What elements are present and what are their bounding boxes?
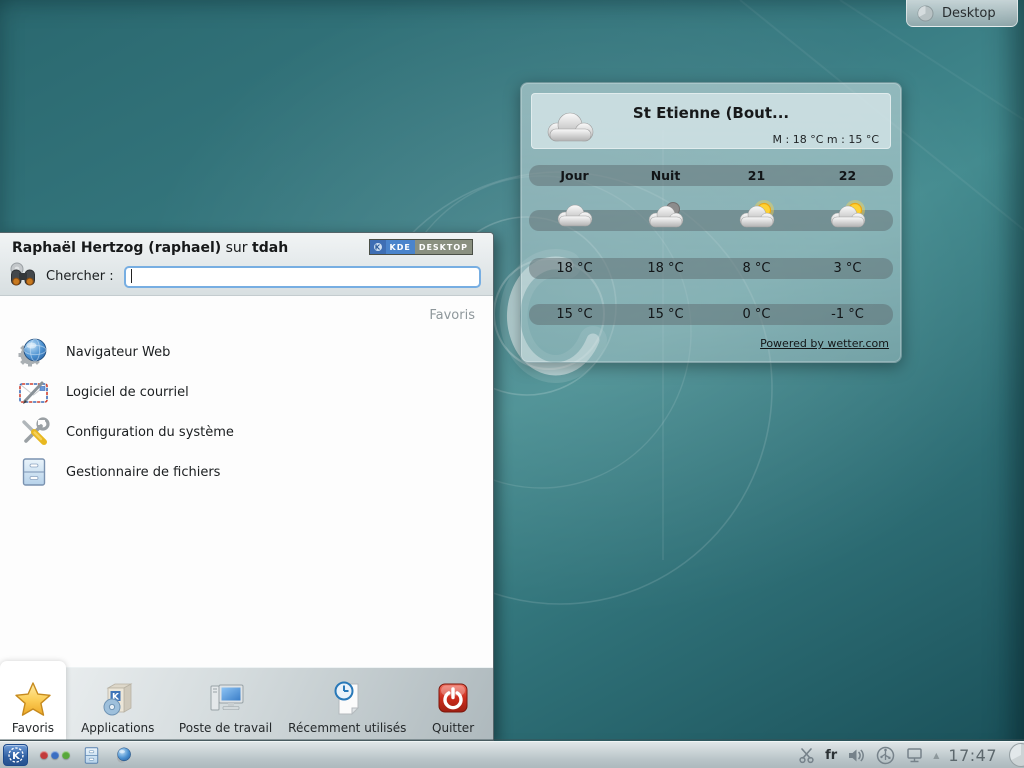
- kickoff-header: Raphaël Hertzog (raphael) sur tdah K KDE…: [0, 233, 493, 296]
- menu-item-label: Logiciel de courriel: [66, 385, 189, 400]
- system-settings-icon: [18, 416, 50, 448]
- tab-leave[interactable]: Quitter: [413, 668, 493, 740]
- favorites-list: Navigateur Web Logiciel de courriel: [0, 332, 493, 492]
- file-manager-icon: [82, 746, 101, 765]
- favorites-section-label: Favoris: [429, 308, 475, 323]
- file-manager-launcher[interactable]: [80, 744, 102, 766]
- network-monitor-icon[interactable]: [904, 745, 924, 765]
- search-input[interactable]: [124, 266, 481, 288]
- file-manager-icon: [18, 456, 50, 488]
- search-binoculars-icon: [8, 261, 38, 291]
- temp-value: 15 °C: [529, 304, 620, 325]
- green-dot: [62, 751, 70, 759]
- web-browser-launcher[interactable]: [112, 744, 134, 766]
- temp-value: 0 °C: [711, 304, 802, 325]
- system-tray: fr ▲: [796, 742, 1024, 768]
- menu-item-mail-client[interactable]: Logiciel de courriel: [0, 372, 493, 412]
- host-name: tdah: [252, 240, 288, 256]
- tab-favorites[interactable]: Favoris: [0, 661, 66, 740]
- sun-cloud-icon: [802, 195, 893, 235]
- weather-header: St Etienne (Bout... M : 18 °C m : 15 °C: [531, 93, 891, 149]
- pager-dots-icon[interactable]: [40, 751, 70, 759]
- tab-label: Quitter: [432, 721, 474, 735]
- recent-documents-icon: [327, 679, 367, 719]
- menu-item-label: Navigateur Web: [66, 345, 170, 360]
- clipboard-scissors-icon[interactable]: [796, 745, 816, 765]
- temp-value: 8 °C: [711, 258, 802, 279]
- col-header: 22: [802, 165, 893, 186]
- text-caret: [131, 269, 132, 283]
- kickoff-launcher-menu: Raphaël Hertzog (raphael) sur tdah K KDE…: [0, 232, 494, 741]
- weather-low-temps: 15 °C 15 °C 0 °C -1 °C: [529, 304, 893, 325]
- blue-dot: [51, 751, 59, 759]
- kickoff-user-title: Raphaël Hertzog (raphael) sur tdah: [12, 240, 288, 256]
- bottom-panel: K: [0, 741, 1024, 768]
- search-label: Chercher :: [46, 269, 114, 284]
- weather-minmax: M : 18 °C m : 15 °C: [773, 133, 879, 146]
- volume-icon[interactable]: [846, 745, 866, 765]
- web-browser-icon: [18, 336, 50, 368]
- kickoff-tab-bar: Favoris K Applications: [0, 667, 493, 740]
- tab-label: Favoris: [12, 721, 54, 735]
- badge-kde-label: KDE: [386, 240, 415, 254]
- menu-item-label: Configuration du système: [66, 425, 234, 440]
- menu-item-system-settings[interactable]: Configuration du système: [0, 412, 493, 452]
- weather-location-title: St Etienne (Bout...: [531, 104, 891, 122]
- mail-client-icon: [18, 376, 50, 408]
- panel-clock[interactable]: 17:47: [948, 746, 997, 765]
- desktop-toolbox-button[interactable]: Desktop: [906, 0, 1018, 27]
- tab-recently-used[interactable]: Récemment utilisés: [281, 668, 413, 740]
- usb-device-icon[interactable]: [875, 745, 895, 765]
- tab-label: Récemment utilisés: [288, 721, 406, 735]
- temp-value: 15 °C: [620, 304, 711, 325]
- tab-applications[interactable]: K Applications: [66, 668, 170, 740]
- expand-arrow-icon[interactable]: ▲: [933, 751, 939, 760]
- web-browser-icon: [114, 746, 133, 765]
- weather-column-headers: Jour Nuit 21 22: [529, 165, 893, 186]
- power-icon: [433, 679, 473, 719]
- star-icon: [13, 679, 53, 719]
- kde-logo-icon: K: [370, 240, 386, 254]
- panel-launchers: K: [0, 744, 134, 766]
- panel-cashew-icon[interactable]: [1008, 742, 1024, 768]
- temp-value: 18 °C: [620, 258, 711, 279]
- col-header: Jour: [529, 165, 620, 186]
- temp-value: 18 °C: [529, 258, 620, 279]
- kickoff-favorites-view: Favoris: [0, 296, 493, 667]
- user-name: Raphaël Hertzog (raphael): [12, 240, 221, 256]
- temp-value: 3 °C: [802, 258, 893, 279]
- badge-desktop-label: DESKTOP: [415, 240, 472, 254]
- weather-credit-link[interactable]: Powered by wetter.com: [760, 337, 889, 350]
- weather-icons-row: [529, 195, 893, 235]
- menu-item-label: Gestionnaire de fichiers: [66, 465, 220, 480]
- toolbox-label: Desktop: [942, 6, 996, 21]
- menu-item-web-browser[interactable]: Navigateur Web: [0, 332, 493, 372]
- computer-icon: [206, 679, 246, 719]
- tab-label: Poste de travail: [179, 721, 272, 735]
- keyboard-layout-indicator[interactable]: fr: [825, 748, 837, 763]
- kickoff-kde-icon[interactable]: K: [3, 744, 28, 766]
- col-header: 21: [711, 165, 802, 186]
- kde-desktop-badge: K KDE DESKTOP: [369, 239, 474, 255]
- weather-high-temps: 18 °C 18 °C 8 °C 3 °C: [529, 258, 893, 279]
- temp-value: -1 °C: [802, 304, 893, 325]
- cashew-icon: [917, 5, 934, 22]
- cloudy-icon: [529, 195, 620, 235]
- tab-label: Applications: [81, 721, 154, 735]
- applications-box-icon: K: [98, 679, 138, 719]
- col-header: Nuit: [620, 165, 711, 186]
- sun-cloud-icon: [711, 195, 802, 235]
- red-dot: [40, 751, 48, 759]
- svg-text:K: K: [12, 751, 21, 762]
- tab-computer[interactable]: Poste de travail: [170, 668, 282, 740]
- user-sep: sur: [226, 240, 248, 256]
- kickoff-search-row: Chercher :: [8, 259, 481, 293]
- weather-widget: St Etienne (Bout... M : 18 °C m : 15 °C …: [520, 82, 902, 363]
- menu-item-file-manager[interactable]: Gestionnaire de fichiers: [0, 452, 493, 492]
- svg-text:K: K: [374, 244, 380, 252]
- cloudy-night-icon: [620, 195, 711, 235]
